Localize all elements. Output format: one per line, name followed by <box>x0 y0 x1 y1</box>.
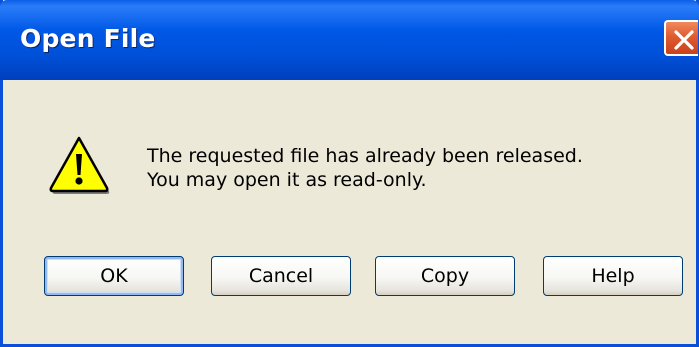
dialog-body: The requested file has already been rele… <box>3 80 696 344</box>
open-file-dialog: Open File The requested file has already… <box>0 0 699 347</box>
warning-icon <box>49 136 110 194</box>
cancel-button[interactable]: Cancel <box>211 256 351 296</box>
copy-button[interactable]: Copy <box>375 256 515 296</box>
title-bar[interactable]: Open File <box>0 0 699 80</box>
message-text: The requested file has already been rele… <box>147 144 583 192</box>
dialog-title: Open File <box>20 24 156 53</box>
close-button[interactable] <box>664 20 698 56</box>
close-icon <box>674 30 694 50</box>
message-line-1: The requested file has already been rele… <box>147 145 583 167</box>
message-line-2: You may open it as read-only. <box>147 169 427 191</box>
help-button[interactable]: Help <box>543 256 683 296</box>
ok-button[interactable]: OK <box>44 256 184 296</box>
